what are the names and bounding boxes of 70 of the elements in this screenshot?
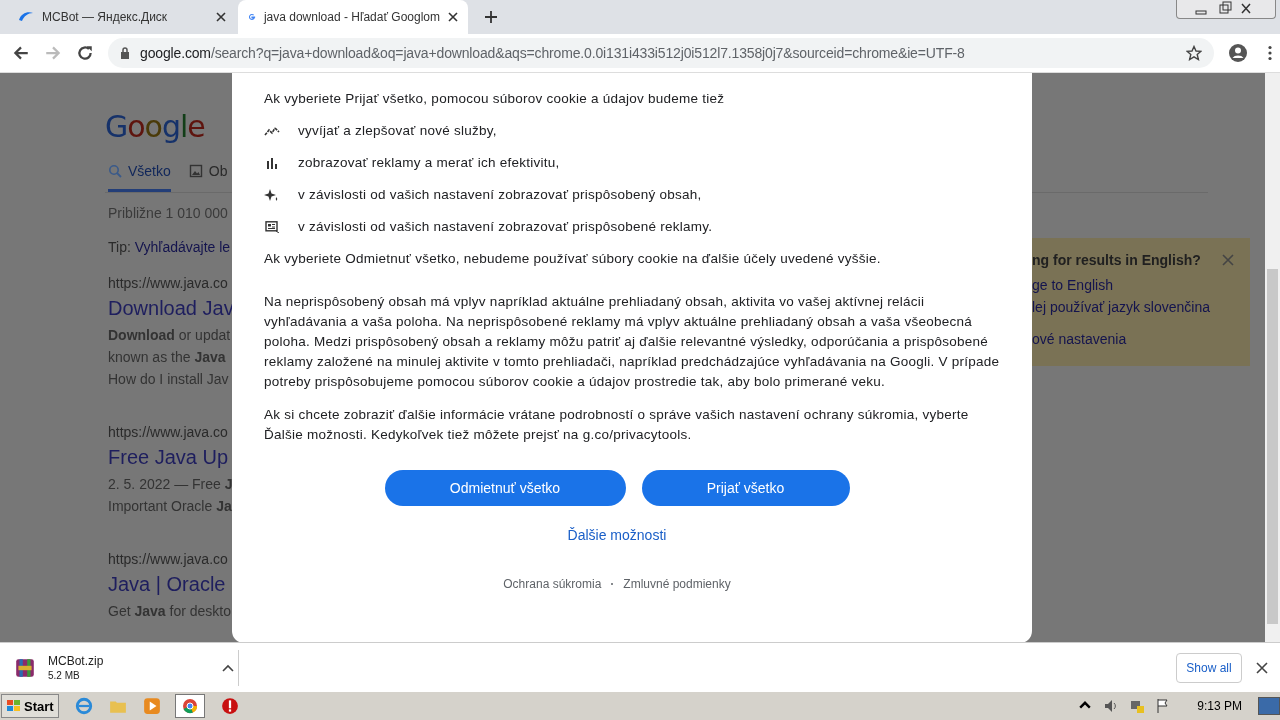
lock-icon: [120, 47, 130, 59]
network-icon[interactable]: [1129, 698, 1146, 714]
file-name: MCBot.zip: [48, 654, 105, 668]
image-icon: [188, 164, 203, 178]
bookmark-star-icon[interactable]: [1186, 45, 1202, 61]
bar-chart-icon: [264, 157, 280, 169]
chrome-taskbar-button[interactable]: [174, 694, 205, 718]
search-icon: [108, 164, 122, 178]
result-snippet: known as the Java: [108, 348, 226, 367]
window-controls[interactable]: [1176, 0, 1276, 19]
close-icon[interactable]: [448, 10, 458, 24]
profile-icon[interactable]: [1228, 43, 1248, 63]
result-title-link[interactable]: Free Java Up: [108, 446, 229, 469]
ad-screen-icon: [264, 221, 280, 233]
scrollbar[interactable]: [1265, 73, 1280, 642]
result-snippet: 2. 5. 2022 — Free J: [108, 475, 233, 494]
result-snippet: Important Oracle Ja: [108, 497, 232, 516]
list-item-text: v závislosti od vašich nastavení zobrazovať prispôsobené reklamy.: [298, 218, 713, 236]
more-options-link[interactable]: Ďalšie možnosti: [567, 527, 697, 543]
close-icon[interactable]: [1256, 661, 1268, 674]
language-card-title: ng for results in English?: [1032, 252, 1201, 268]
reload-icon[interactable]: [76, 44, 94, 62]
dialog-text: Ak vyberiete Prijať všetko, pomocou súborov cookie a údajov budeme tiež: [264, 90, 726, 108]
result-url: https://www.java.co: [108, 275, 228, 291]
clock: 9:13 PM: [1197, 699, 1242, 713]
browser-tab[interactable]: MCBot — Яндекс.Диск: [8, 0, 238, 34]
footer-link[interactable]: Zmluvné podmienky: [623, 577, 731, 591]
new-tab-icon[interactable]: [484, 10, 498, 24]
browser-icon: [181, 698, 198, 714]
language-link[interactable]: ge to English: [1032, 274, 1113, 296]
dialog-paragraph: Ak si chcete zobraziť ďalšie informácie vrátane podrobností o správe vašich nastavení ochrany súkromia, vyberte Ďalšie možnosti. Kedykoľvek tiež môžete prejsť na g.co/privacytools.: [264, 406, 970, 444]
download-item[interactable]: MCBot.zip 5.2 MB: [0, 654, 234, 681]
tip-label: Tip:: [108, 239, 131, 255]
result-title-link[interactable]: Java | Oracle: [108, 573, 226, 596]
result-snippet: Download or updat: [108, 326, 231, 345]
file-size: 5.2 MB: [48, 670, 81, 681]
menu-icon[interactable]: [1268, 45, 1272, 61]
language-link[interactable]: lej používať jazyk slovenčina: [1032, 296, 1210, 318]
consent-button[interactable]: Odmietnuť všetko: [384, 470, 626, 506]
result-url: https://www.java.co: [108, 424, 228, 440]
result-snippet: Get Java for deskto: [108, 602, 231, 621]
tip-link[interactable]: Vyhľadávajte le: [134, 239, 231, 255]
windows-flag-icon: [6, 699, 22, 713]
result-url: https://www.java.co: [108, 551, 228, 567]
google-logo: Google: [105, 108, 206, 146]
media-player-icon[interactable]: [142, 697, 161, 715]
footer-link[interactable]: Ochrana súkromia: [503, 577, 602, 591]
dialog-text: Ak vyberiete Odmietnuť všetko, nebudeme používať súbory cookie na ďalšie účely uvedené vyššie.: [264, 250, 882, 268]
result-sublink[interactable]: How do I install Jav: [108, 368, 229, 390]
caret-icon[interactable]: [222, 663, 234, 672]
show-all-button[interactable]: Show all: [1176, 652, 1242, 683]
list-item-text: vyvíjať a zlepšovať nové služby,: [298, 122, 497, 140]
address-bar[interactable]: google.com/search?q=java+download&oq=java+download&aqs=chrome.0.0i131i433i512j0i512l7.1358j0j7&sourceid=chrome&ie=UTF-8: [108, 38, 1214, 68]
start-button[interactable]: Start: [1, 694, 59, 718]
trend-chart-icon: [264, 125, 280, 137]
search-tab[interactable]: Všetko: [108, 163, 171, 192]
consent-button[interactable]: Prijať všetko: [641, 470, 850, 506]
sparkle-icon: [264, 189, 280, 201]
search-tab[interactable]: Ob: [188, 163, 228, 192]
archive-icon: [14, 656, 36, 679]
back-arrow-icon[interactable]: [12, 44, 30, 62]
close-icon[interactable]: [214, 10, 228, 24]
list-item-text: zobrazovať reklamy a merať ich efektivitu,: [298, 154, 560, 172]
dialog-paragraph: Na neprispôsobený obsah má vplyv napríklad aktuálne prehliadaný obsah, aktivita vo vašej aktívnej relácii vyhľadávania a vaša poloha. Na neprispôsobené reklamy má vplyv aktuálne prehliadaný obsah a vaša všeobecná poloha. Medzi prispôsobený obsah a reklamy môžu patriť aj ďalšie relevantné výsledky, odporúčania a prispôsobené reklamy založené na minulej aktivite v tomto prehliadači, napríklad predchádzajúce vyhľadávania na Googli. V prípade potreby prispôsobujeme pomocou súborov cookie a údajov prostredie tak, aby bolo primerané veku.: [264, 293, 1000, 391]
stop-sign-icon[interactable]: [220, 697, 239, 715]
list-item-text: v závislosti od vašich nastavení zobrazovať prispôsobený obsah,: [298, 186, 702, 204]
browser-tab[interactable]: java download - Hľadať Googlom: [238, 0, 468, 34]
result-stats: Približne 1 010 000: [108, 205, 228, 221]
result-title-link[interactable]: Download Jav: [108, 297, 234, 320]
language-link[interactable]: ové nastavenia: [1032, 328, 1127, 350]
